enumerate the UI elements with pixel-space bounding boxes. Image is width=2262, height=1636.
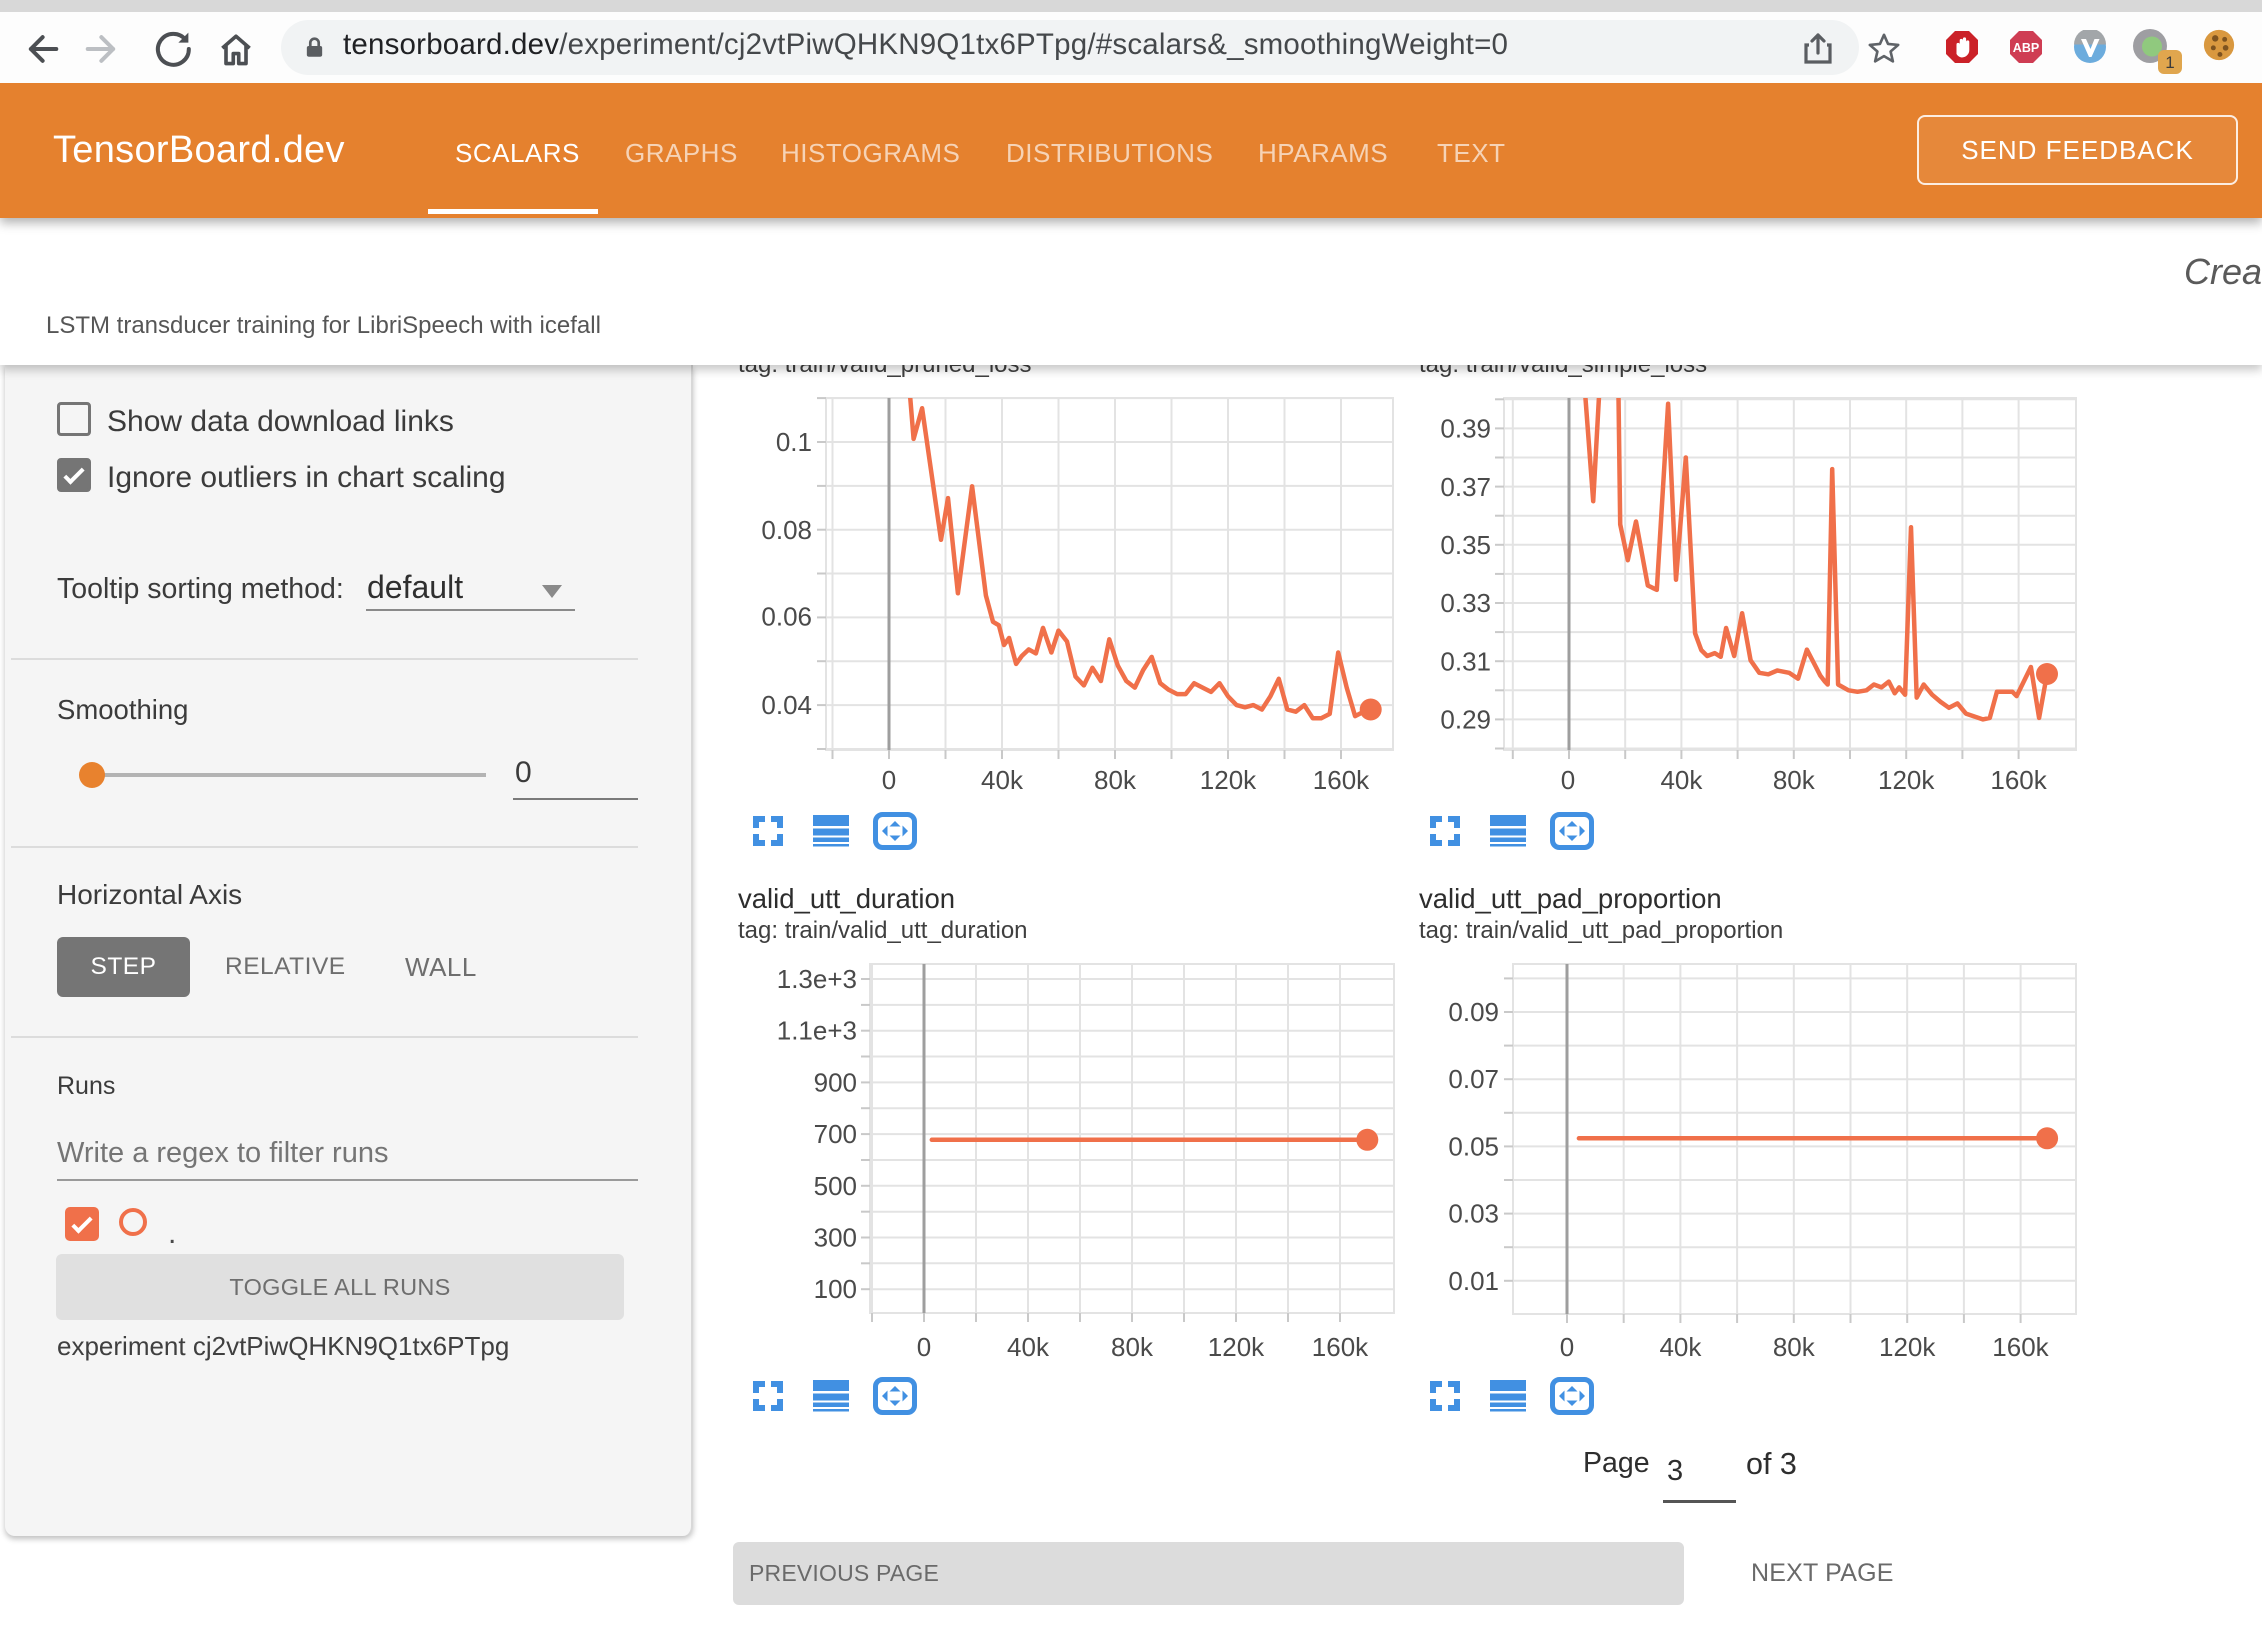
svg-text:0.09: 0.09	[1448, 997, 1499, 1027]
svg-text:40k: 40k	[1007, 1332, 1050, 1362]
svg-text:80k: 80k	[1773, 1332, 1816, 1362]
svg-text:tag: train/valid_utt_pad_propo: tag: train/valid_utt_pad_proportion	[1419, 917, 1783, 944]
svg-text:0.03: 0.03	[1448, 1199, 1499, 1229]
svg-text:700: 700	[814, 1119, 857, 1149]
svg-text:0.29: 0.29	[1440, 704, 1491, 734]
svg-text:0.37: 0.37	[1440, 472, 1491, 502]
svg-text:40k: 40k	[1660, 765, 1703, 795]
svg-text:1.3e+3: 1.3e+3	[777, 964, 857, 994]
svg-text:500: 500	[814, 1171, 857, 1201]
svg-text:120k: 120k	[1208, 1332, 1265, 1362]
svg-text:0.31: 0.31	[1440, 647, 1491, 677]
svg-text:900: 900	[814, 1067, 857, 1097]
svg-text:0.33: 0.33	[1440, 588, 1491, 618]
svg-text:0.35: 0.35	[1440, 530, 1491, 560]
svg-text:160k: 160k	[1312, 1332, 1369, 1362]
svg-text:120k: 120k	[1879, 1332, 1936, 1362]
svg-text:tag: train/valid_utt_duration: tag: train/valid_utt_duration	[738, 917, 1028, 944]
svg-text:120k: 120k	[1878, 765, 1935, 795]
svg-text:40k: 40k	[1659, 1332, 1702, 1362]
svg-text:160k: 160k	[1313, 765, 1370, 795]
svg-text:0.06: 0.06	[761, 601, 812, 631]
svg-text:0: 0	[1561, 765, 1575, 795]
svg-text:80k: 80k	[1111, 1332, 1154, 1362]
svg-text:0: 0	[1560, 1332, 1574, 1362]
svg-text:120k: 120k	[1200, 765, 1257, 795]
svg-text:0: 0	[917, 1332, 931, 1362]
svg-text:valid_utt_pad_proportion: valid_utt_pad_proportion	[1419, 883, 1722, 914]
svg-text:160k: 160k	[1990, 765, 2047, 795]
svg-text:0.01: 0.01	[1448, 1266, 1499, 1296]
svg-text:300: 300	[814, 1223, 857, 1253]
svg-text:0.1: 0.1	[776, 427, 812, 457]
svg-text:ABP: ABP	[2013, 41, 2039, 55]
svg-text:160k: 160k	[1992, 1332, 2049, 1362]
svg-text:100: 100	[814, 1274, 857, 1304]
svg-text:0.08: 0.08	[761, 515, 812, 545]
svg-text:0.05: 0.05	[1448, 1131, 1499, 1161]
svg-text:1.1e+3: 1.1e+3	[777, 1016, 857, 1046]
svg-text:1: 1	[2165, 53, 2174, 72]
svg-text:80k: 80k	[1773, 765, 1816, 795]
svg-text:80k: 80k	[1094, 765, 1137, 795]
svg-text:0: 0	[882, 765, 896, 795]
svg-text:0.04: 0.04	[761, 690, 812, 720]
svg-text:40k: 40k	[981, 765, 1024, 795]
svg-text:valid_utt_duration: valid_utt_duration	[738, 883, 955, 914]
svg-text:0.39: 0.39	[1440, 413, 1491, 443]
svg-text:0.07: 0.07	[1448, 1064, 1499, 1094]
